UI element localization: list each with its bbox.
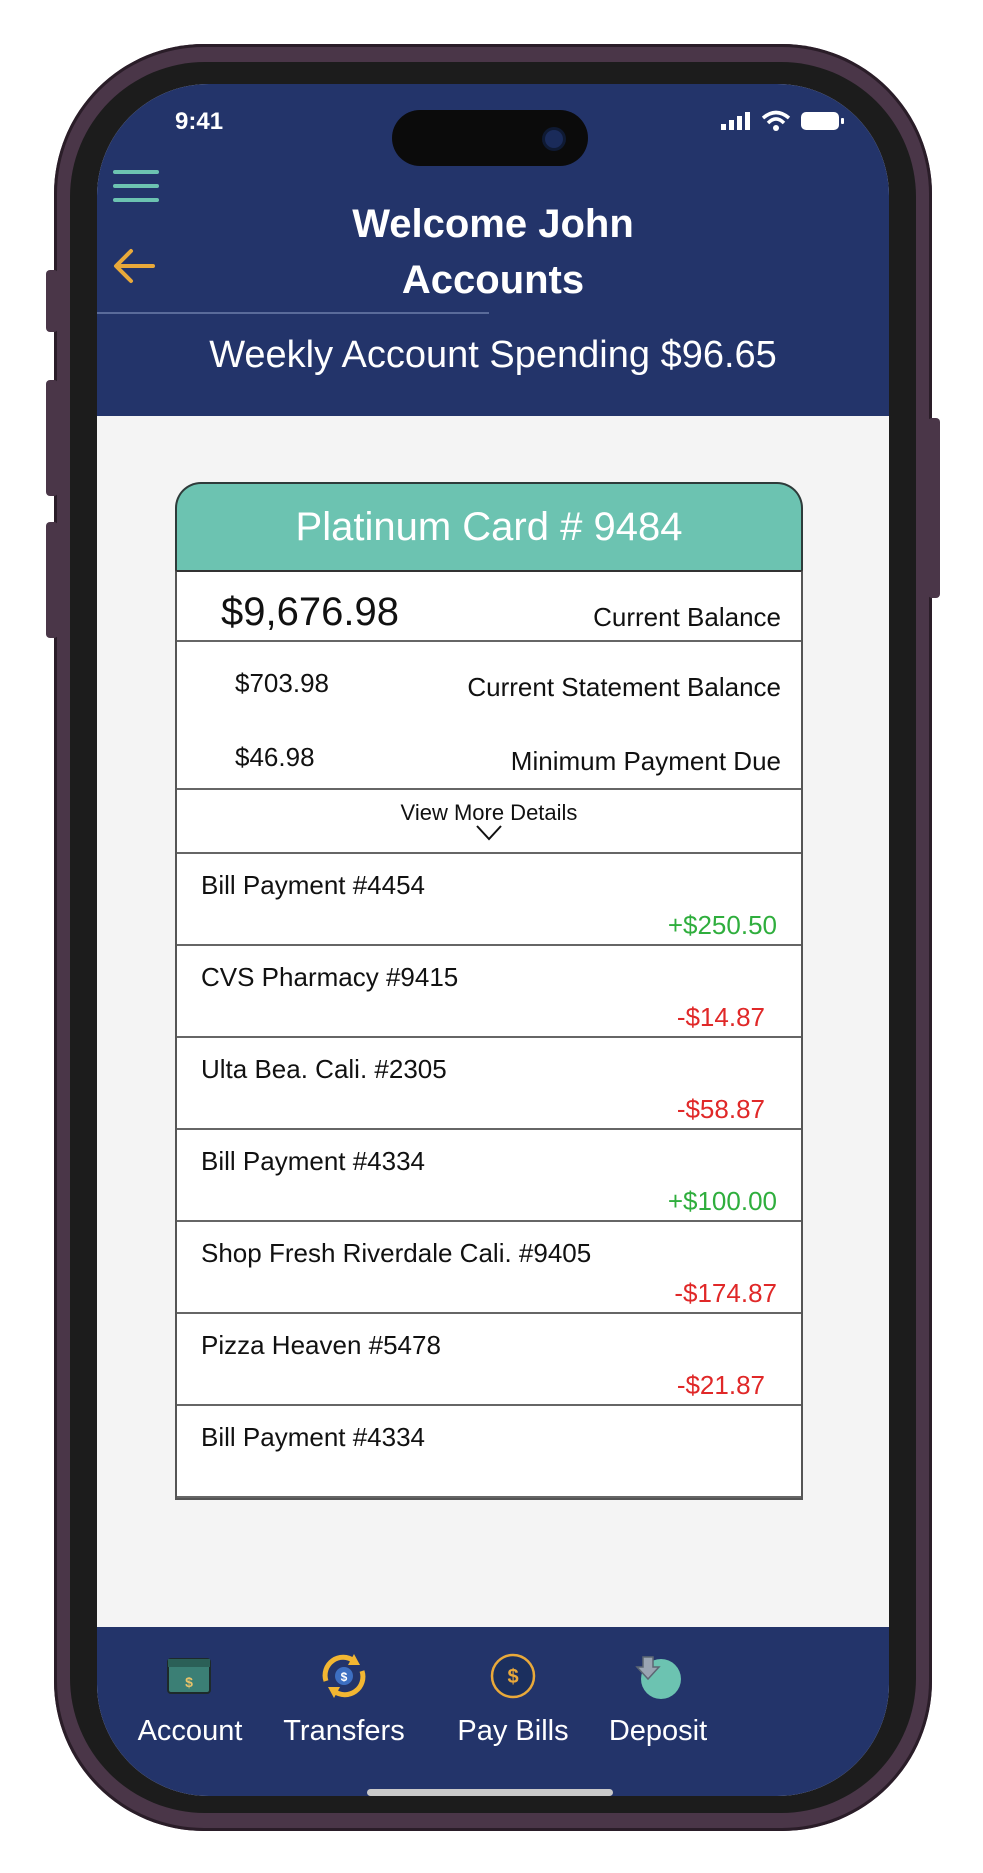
hamburger-menu-icon[interactable]	[113, 170, 159, 204]
page-title: Accounts	[401, 258, 585, 302]
transaction-amount: +$100.00	[667, 1186, 777, 1216]
transaction-amount: -$21.87	[676, 1370, 765, 1400]
transaction-amount: -$14.87	[676, 1002, 765, 1032]
transaction-row[interactable]: Shop Fresh Riverdale Cali. #9405 -$174.8…	[177, 1222, 801, 1314]
tab-transfers[interactable]: $ Transfers	[269, 1651, 419, 1748]
side-button-mute	[46, 270, 58, 332]
front-camera	[545, 130, 563, 148]
tab-pay-bills-label: Pay Bills	[457, 1715, 569, 1747]
svg-text:$: $	[185, 1674, 193, 1690]
statement-balance-amount: $703.98	[235, 668, 329, 698]
wifi-icon	[761, 110, 791, 131]
current-balance-amount: $9,676.98	[221, 590, 399, 634]
tab-transfers-label: Transfers	[283, 1715, 405, 1747]
chevron-down-icon	[476, 825, 502, 841]
transaction-row[interactable]: Bill Payment #4334 +$100.00	[177, 1130, 801, 1222]
coin-icon: $	[490, 1653, 536, 1699]
transaction-name: Pizza Heaven #5478	[201, 1330, 441, 1360]
minimum-payment-amount: $46.98	[235, 742, 315, 772]
deposit-icon	[635, 1656, 681, 1699]
battery-icon	[801, 112, 844, 130]
transaction-row[interactable]: Ulta Bea. Cali. #2305 -$58.87	[177, 1038, 801, 1130]
view-more-label: View More Details	[400, 800, 578, 825]
status-icons	[721, 110, 845, 132]
transfer-icon: $	[322, 1654, 366, 1698]
header-divider	[97, 312, 489, 314]
tab-account-label: Account	[137, 1715, 243, 1747]
signal-icon	[721, 112, 750, 130]
statement-row: $703.98 Current Statement Balance $46.98…	[177, 642, 801, 790]
status-time: 9:41	[175, 108, 224, 135]
account-card: Platinum Card # 9484 $9,676.98 Current B…	[175, 482, 803, 1500]
view-more-details-button[interactable]: View More Details	[177, 790, 801, 854]
transaction-name: Bill Payment #4334	[201, 1146, 426, 1176]
side-button-volume-up	[46, 380, 58, 496]
transaction-name: Ulta Bea. Cali. #2305	[201, 1054, 447, 1084]
bottom-tab-bar: $ Account $ Transfers $ Pay Bills Deposi…	[97, 1627, 889, 1796]
transaction-amount: +$250.50	[667, 910, 777, 940]
side-button-volume-down	[46, 522, 58, 638]
tab-deposit[interactable]: Deposit	[583, 1651, 733, 1748]
transaction-amount: -$58.87	[676, 1094, 765, 1124]
current-balance-row: $9,676.98 Current Balance	[177, 572, 801, 642]
current-balance-label: Current Balance	[593, 602, 781, 632]
weekly-spending: Weekly Account Spending $96.65	[209, 334, 777, 376]
tab-deposit-label: Deposit	[608, 1715, 708, 1747]
minimum-payment-label: Minimum Payment Due	[510, 746, 781, 776]
transaction-name: CVS Pharmacy #9415	[201, 962, 459, 992]
card-title[interactable]: Platinum Card # 9484	[175, 482, 803, 570]
statement-balance-label: Current Statement Balance	[467, 672, 781, 702]
transaction-row[interactable]: CVS Pharmacy #9415 -$14.87	[177, 946, 801, 1038]
phone-screen: 9:41 Welcome John Accounts Weekly Accoun…	[97, 84, 889, 1796]
transaction-row[interactable]: Bill Payment #4334	[177, 1406, 801, 1498]
svg-text:$: $	[341, 1670, 348, 1684]
home-indicator[interactable]	[367, 1789, 613, 1796]
transaction-amount: -$174.87	[674, 1278, 777, 1308]
tab-account[interactable]: $ Account	[115, 1651, 265, 1748]
app-header: 9:41 Welcome John Accounts Weekly Accoun…	[97, 84, 889, 416]
wallet-icon: $	[167, 1658, 211, 1694]
transaction-name: Bill Payment #4334	[201, 1422, 426, 1452]
transaction-name: Shop Fresh Riverdale Cali. #9405	[201, 1238, 592, 1268]
transaction-row[interactable]: Pizza Heaven #5478 -$21.87	[177, 1314, 801, 1406]
card-body: $9,676.98 Current Balance $703.98 Curren…	[175, 570, 803, 1500]
svg-text:$: $	[507, 1666, 518, 1688]
transaction-name: Bill Payment #4454	[201, 870, 426, 900]
transaction-row[interactable]: Bill Payment #4454 +$250.50	[177, 854, 801, 946]
welcome-title: Welcome John	[352, 202, 634, 246]
side-button-power	[928, 418, 940, 598]
tab-pay-bills[interactable]: $ Pay Bills	[438, 1651, 588, 1748]
